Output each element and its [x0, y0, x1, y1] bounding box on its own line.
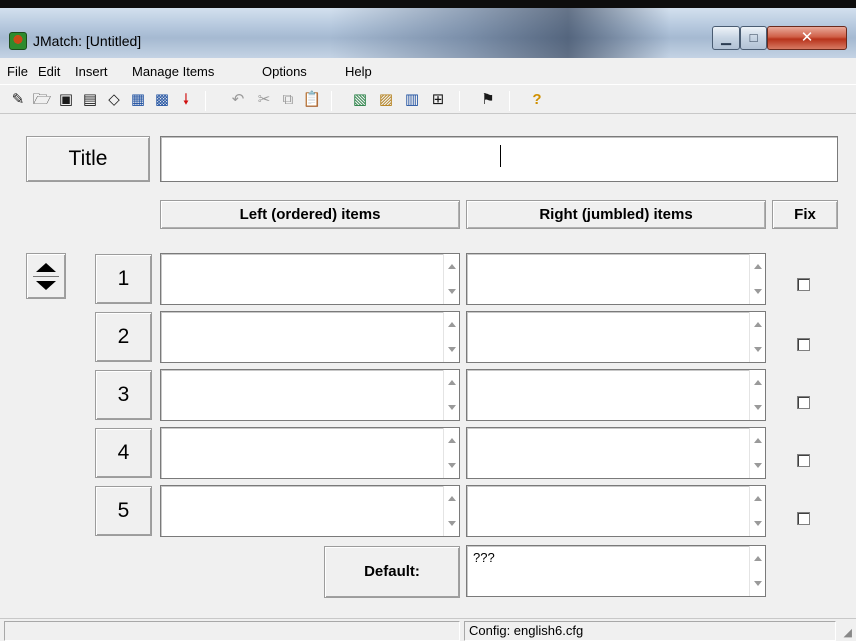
fix-checkbox[interactable]	[797, 454, 810, 467]
fix-header: Fix	[772, 200, 838, 229]
right-item-field[interactable]	[466, 427, 766, 479]
field-scrollbar[interactable]	[749, 312, 765, 362]
menu-insert[interactable]: Insert	[75, 64, 108, 79]
field-scrollbar[interactable]	[443, 428, 459, 478]
copy-icon[interactable]: ⧉	[278, 90, 298, 110]
field-scrollbar[interactable]	[749, 486, 765, 536]
cut-icon[interactable]: ✂	[254, 90, 274, 110]
field-scrollbar[interactable]	[443, 486, 459, 536]
menu-bar: File Edit Insert Manage Items Options He…	[0, 60, 856, 84]
paste-icon[interactable]: 📋	[302, 90, 322, 110]
fix-checkbox[interactable]	[797, 512, 810, 525]
minimize-button[interactable]: ▁	[712, 26, 740, 50]
row-number-button[interactable]: 5	[95, 486, 152, 536]
move-up-icon[interactable]	[36, 263, 56, 272]
row-number-button[interactable]: 1	[95, 254, 152, 304]
help-icon[interactable]: ?	[527, 90, 547, 110]
move-down-icon[interactable]	[36, 281, 56, 290]
scroll-rows-buttons	[26, 253, 66, 299]
left-item-field[interactable]	[160, 485, 460, 537]
left-item-field[interactable]	[160, 369, 460, 421]
eraser-icon[interactable]: ◇	[104, 90, 124, 110]
right-items-header: Right (jumbled) items	[466, 200, 766, 229]
menu-manage-items[interactable]: Manage Items	[132, 64, 214, 79]
fix-checkbox[interactable]	[797, 396, 810, 409]
toolbar: ✎ 🗁 ▣ ▤ ◇ ▦ ▩ 🠗 ↶ ✂ ⧉ 📋 ▧ ▨ ▥ ⊞ ⚑ ?	[0, 84, 856, 114]
menu-file[interactable]: File	[7, 64, 28, 79]
title-button[interactable]: Title	[26, 136, 150, 182]
field-scrollbar[interactable]	[749, 428, 765, 478]
add-down-icon[interactable]: 🠗	[176, 90, 196, 110]
close-button[interactable]: ✕	[767, 26, 847, 50]
windows-icon[interactable]: ⚑	[478, 90, 498, 110]
jmatch-app-icon[interactable]	[9, 32, 27, 50]
left-item-field[interactable]	[160, 253, 460, 305]
field-scrollbar[interactable]	[443, 370, 459, 420]
title-bar[interactable]: JMatch: [Untitled] ▁ □ ✕	[0, 8, 856, 58]
left-item-field[interactable]	[160, 427, 460, 479]
field-scrollbar[interactable]	[749, 370, 765, 420]
field-scrollbar[interactable]	[749, 254, 765, 304]
fix-checkbox[interactable]	[797, 278, 810, 291]
default-distractor-field[interactable]: ???	[466, 545, 766, 597]
folder-icon[interactable]: ▨	[376, 90, 396, 110]
left-items-header: Left (ordered) items	[160, 200, 460, 229]
options-icon[interactable]: ▥	[402, 90, 422, 110]
title-input[interactable]	[160, 136, 838, 182]
right-item-field[interactable]	[466, 311, 766, 363]
status-pane-main	[4, 621, 460, 641]
row-number-button[interactable]: 2	[95, 312, 152, 362]
window-title: JMatch: [Untitled]	[33, 33, 142, 49]
field-scrollbar[interactable]	[749, 546, 765, 596]
status-bar: Config: english6.cfg ◢	[0, 618, 856, 641]
text-cursor	[500, 145, 501, 167]
row-number-button[interactable]: 4	[95, 428, 152, 478]
exercise-editor: Title Left (ordered) items Right (jumble…	[0, 116, 856, 616]
default-button[interactable]: Default:	[324, 546, 460, 598]
right-item-field[interactable]	[466, 485, 766, 537]
status-config: Config: english6.cfg	[464, 621, 836, 641]
web-icon[interactable]: ▧	[350, 90, 370, 110]
right-item-field[interactable]	[466, 369, 766, 421]
save-icon[interactable]: ▣	[56, 90, 76, 110]
menu-options[interactable]: Options	[262, 64, 307, 79]
config-icon[interactable]: ⊞	[428, 90, 448, 110]
create-drag-drop-page-icon[interactable]: ▩	[152, 90, 172, 110]
field-scrollbar[interactable]	[443, 312, 459, 362]
new-file-icon[interactable]: ✎	[8, 90, 28, 110]
open-folder-icon[interactable]: 🗁	[32, 90, 52, 110]
left-item-field[interactable]	[160, 311, 460, 363]
resize-grip-icon[interactable]: ◢	[844, 626, 852, 639]
row-number-button[interactable]: 3	[95, 370, 152, 420]
app-window: JMatch: [Untitled] ▁ □ ✕ File Edit Inser…	[0, 8, 856, 641]
menu-edit[interactable]: Edit	[38, 64, 60, 79]
field-scrollbar[interactable]	[443, 254, 459, 304]
undo-icon[interactable]: ↶	[228, 90, 248, 110]
menu-help[interactable]: Help	[345, 64, 372, 79]
save-as-icon[interactable]: ▤	[80, 90, 100, 110]
maximize-button[interactable]: □	[740, 26, 767, 50]
create-web-page-icon[interactable]: ▦	[128, 90, 148, 110]
right-item-field[interactable]	[466, 253, 766, 305]
fix-checkbox[interactable]	[797, 338, 810, 351]
